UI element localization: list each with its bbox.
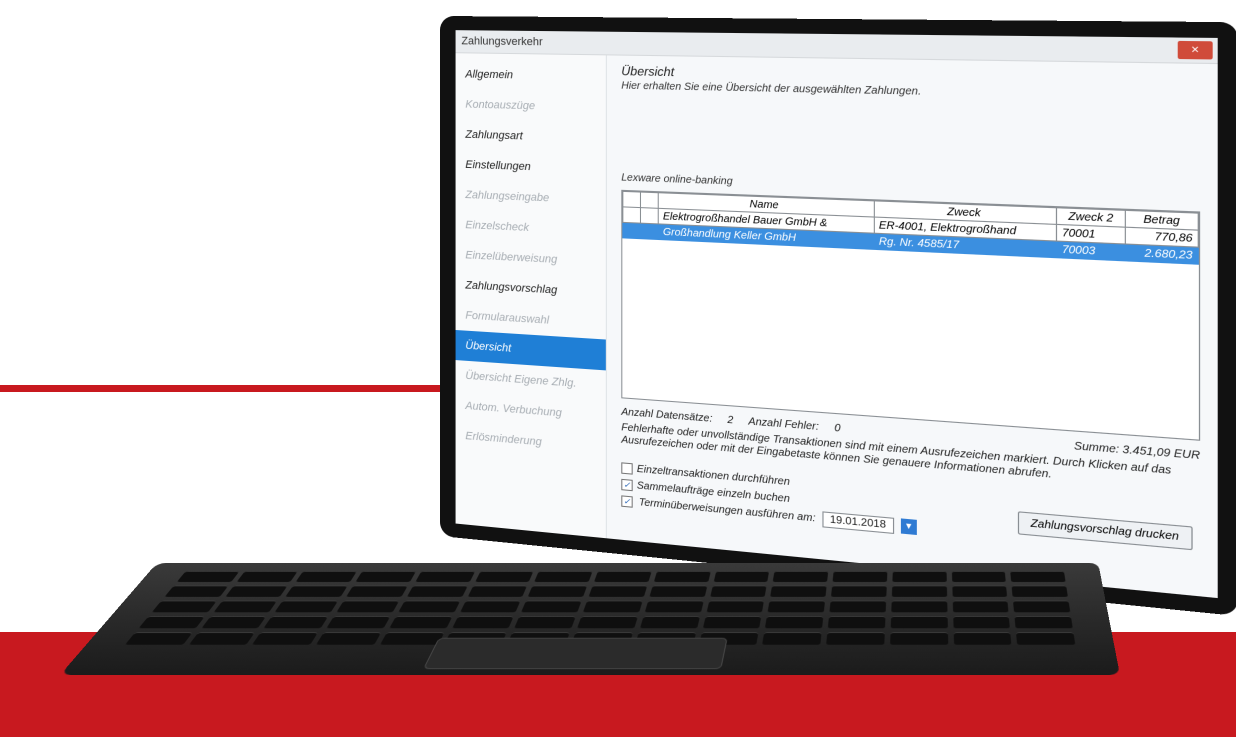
- checkbox-sammelauftraege[interactable]: ✓: [621, 478, 632, 490]
- checkbox-einzeltransaktionen[interactable]: [621, 462, 632, 474]
- trackpad: [423, 638, 728, 669]
- sidebar-item-kontoauszuege[interactable]: Kontoauszüge: [456, 89, 606, 123]
- keyboard-cover: [60, 563, 1120, 675]
- checkbox-terminueberweisungen[interactable]: ✓: [621, 495, 632, 507]
- app-window: Zahlungsverkehr × Allgemein Kontoauszüge…: [456, 30, 1218, 598]
- close-button[interactable]: ×: [1178, 41, 1213, 60]
- tablet-bezel: Zahlungsverkehr × Allgemein Kontoauszüge…: [440, 16, 1236, 616]
- main-panel: Übersicht Hier erhalten Sie eine Übersic…: [607, 55, 1218, 598]
- payments-grid[interactable]: Name Zweck Zweck 2 Betrag Elektrogroßhan…: [621, 190, 1200, 441]
- sidebar-item-zahlungsart[interactable]: Zahlungsart: [456, 119, 606, 154]
- status-column-header: [640, 192, 658, 208]
- records-value: 2: [727, 415, 733, 427]
- keyboard-keys: [133, 571, 1074, 635]
- errors-label: Anzahl Fehler:: [748, 416, 818, 433]
- window-title: Zahlungsverkehr: [461, 35, 542, 48]
- sidebar: Allgemein Kontoauszüge Zahlungsart Einst…: [456, 53, 607, 538]
- cell-zweck2: 70003: [1057, 241, 1126, 261]
- tablet-device: Zahlungsverkehr × Allgemein Kontoauszüge…: [440, 16, 1236, 616]
- calendar-dropdown-icon[interactable]: ▼: [901, 518, 917, 535]
- selector-column-header: [623, 191, 641, 207]
- cell-betrag: 2.680,23: [1125, 244, 1198, 264]
- errors-value: 0: [834, 423, 840, 435]
- sidebar-item-allgemein[interactable]: Allgemein: [456, 59, 606, 92]
